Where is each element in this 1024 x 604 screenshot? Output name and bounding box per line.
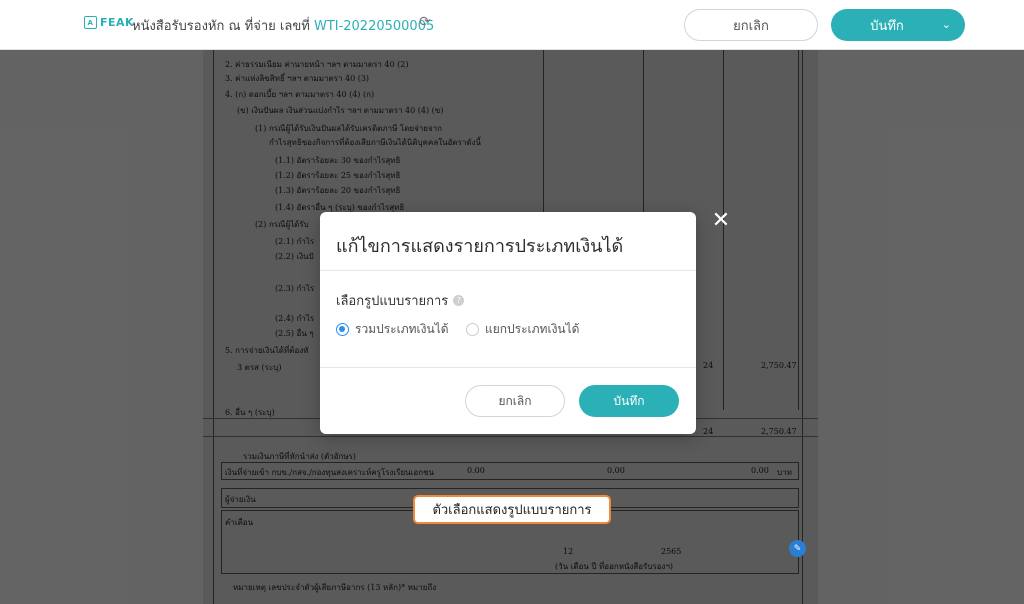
feak-logo: A FEAK — [84, 16, 134, 29]
field-label: เลือกรูปแบบรายการ ? — [336, 290, 465, 311]
help-icon[interactable]: ? — [453, 295, 465, 306]
logo-mark-icon: A — [84, 16, 97, 29]
dialog-title: แก้ไขการแสดงรายการประเภทเงินได้ — [336, 236, 624, 257]
page-title-text: หนังสือรับรองหัก ณ ที่จ่าย เลขที่ — [132, 19, 310, 34]
radio-unchecked-icon[interactable] — [466, 323, 479, 336]
radio-checked-icon[interactable] — [336, 323, 349, 336]
field-label-text: เลือกรูปแบบรายการ — [336, 294, 449, 309]
cancel-button[interactable]: ยกเลิก — [684, 9, 818, 41]
save-button-label: บันทึก — [870, 18, 904, 34]
edit-income-type-dialog: แก้ไขการแสดงรายการประเภทเงินได้ เลือกรูป… — [320, 212, 696, 434]
refresh-icon[interactable]: ⟳ — [419, 14, 431, 30]
edit-pencil-icon[interactable]: ✎ — [789, 540, 806, 557]
radio-label[interactable]: รวมประเภทเงินได้ — [355, 320, 449, 339]
top-bar: A FEAK หนังสือรับรองหัก ณ ที่จ่าย เลขที่… — [0, 0, 1024, 50]
dialog-cancel-button[interactable]: ยกเลิก — [465, 385, 565, 417]
divider — [320, 270, 696, 271]
dialog-save-button[interactable]: บันทึก — [579, 385, 679, 417]
radio-label[interactable]: แยกประเภทเงินได้ — [485, 320, 579, 339]
radio-option-combined[interactable]: รวมประเภทเงินได้ — [336, 320, 449, 339]
tooltip-callout: ตัวเลือกแสดงรูปแบบรายการ — [413, 495, 611, 524]
chevron-down-icon[interactable]: ⌄ — [942, 18, 951, 31]
page-title: หนังสือรับรองหัก ณ ที่จ่าย เลขที่ WTI-20… — [132, 15, 434, 36]
divider — [320, 367, 696, 368]
logo-text: FEAK — [100, 16, 135, 29]
close-icon[interactable]: ✕ — [710, 210, 732, 232]
radio-option-separate[interactable]: แยกประเภทเงินได้ — [466, 320, 579, 339]
save-button[interactable]: บันทึก ⌄ — [831, 9, 965, 41]
doc-number: WTI-20220500005 — [313, 19, 435, 34]
